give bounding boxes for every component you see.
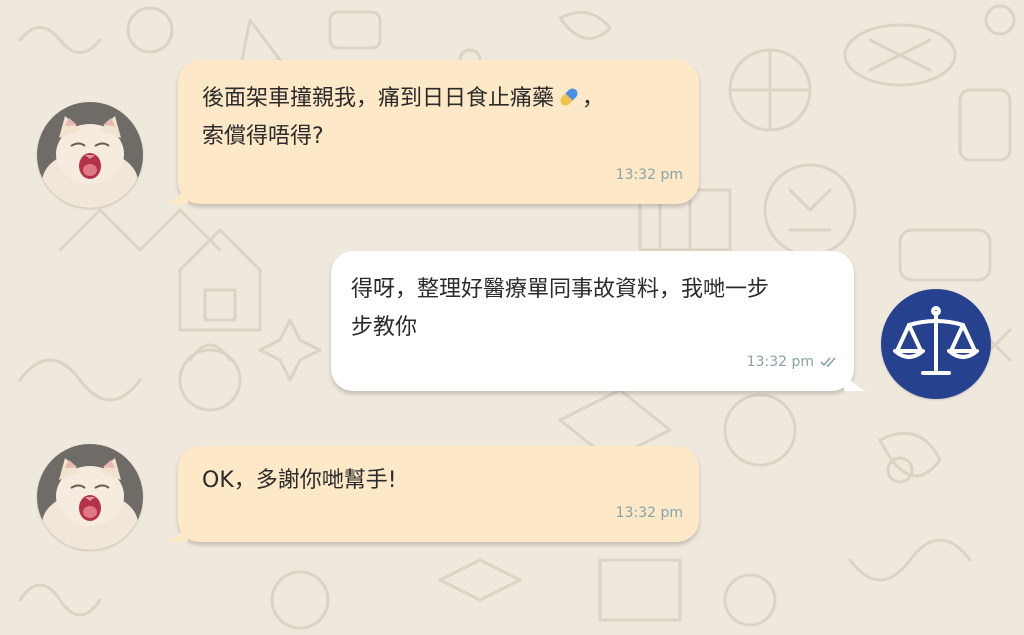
cat-avatar xyxy=(37,444,143,550)
scales-of-justice-icon xyxy=(893,306,979,375)
pill-icon xyxy=(560,88,578,106)
outgoing-message-bubble[interactable]: 得呀，整理好醫療單同事故資料，我哋一步 步教你 13:32 pm xyxy=(331,251,866,391)
cat-avatar xyxy=(37,102,143,208)
sender-avatar[interactable] xyxy=(37,444,143,550)
sender-avatar[interactable] xyxy=(37,102,143,208)
bubble-tail xyxy=(166,522,188,542)
message-text: OK，多謝你哋幫手! xyxy=(202,468,397,493)
double-check-icon xyxy=(820,357,836,368)
message-timestamp: 13:32 pm xyxy=(615,505,683,521)
lawyer-avatar[interactable] xyxy=(881,289,991,399)
bubble-tail xyxy=(844,371,866,391)
message-text: 得呀，整理好醫療單同事故資料，我哋一步 步教你 xyxy=(351,277,770,340)
incoming-message-bubble[interactable]: 後面架車撞親我，痛到日日食止痛藥， 索償得唔得? 13:32 pm xyxy=(166,60,699,204)
message-timestamp: 13:32 pm xyxy=(615,167,683,183)
message-text: 後面架車撞親我，痛到日日食止痛藥， 索償得唔得? xyxy=(202,86,605,149)
incoming-message-bubble[interactable]: OK，多謝你哋幫手! 13:32 pm xyxy=(166,446,699,542)
message-timestamp: 13:32 pm xyxy=(746,354,814,370)
bubble-tail xyxy=(166,184,188,204)
